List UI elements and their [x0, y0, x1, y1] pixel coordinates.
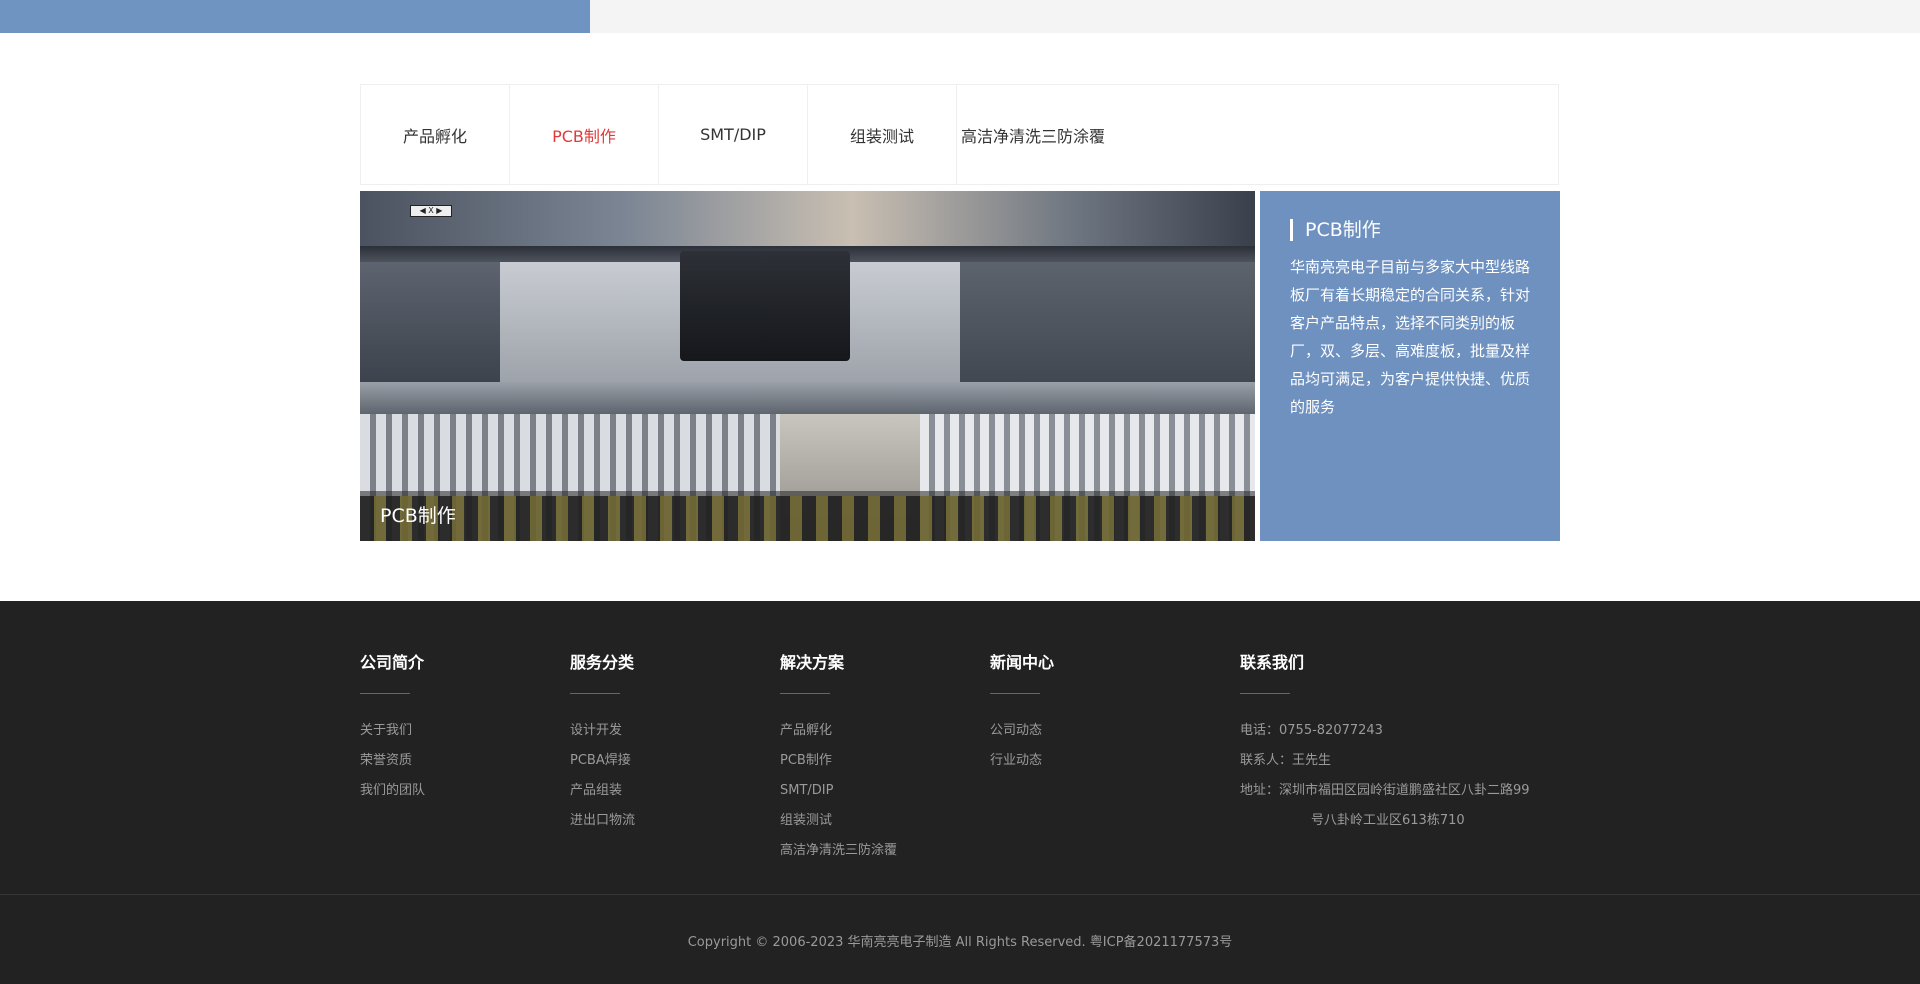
info-title: PCB制作 — [1290, 219, 1530, 241]
footer-link[interactable]: SMT/DIP — [780, 776, 897, 806]
footer-col-title: 公司简介 — [360, 653, 425, 672]
footer-link[interactable]: 设计开发 — [570, 716, 635, 746]
footer-col-services: 服务分类 设计开发 PCBA焊接 产品组装 进出口物流 — [570, 653, 635, 836]
footer-link[interactable]: 组装测试 — [780, 806, 897, 836]
footer-link[interactable]: 我们的团队 — [360, 776, 425, 806]
contact-person: 联系人：王先生 — [1240, 753, 1332, 768]
copyright: Copyright © 2006-2023 华南亮亮电子制造 All Right… — [687, 935, 1233, 950]
service-tabs: 产品孵化 PCB制作 SMT/DIP 组装测试 高洁净清洗三防涂覆 — [360, 84, 1559, 185]
contact-address: 地址：深圳市福田区园岭街道鹏盛社区八卦二路99 — [1240, 783, 1530, 798]
footer-link[interactable]: 产品孵化 — [780, 716, 897, 746]
info-description: 华南亮亮电子目前与多家大中型线路板厂有着长期稳定的合同关系，针对客户产品特点，选… — [1290, 258, 1531, 416]
tab-pcb[interactable]: PCB制作 — [510, 85, 659, 184]
footer-link[interactable]: 进出口物流 — [570, 806, 635, 836]
footer-col-contact: 联系我们 电话：0755-82077243 联系人：王先生 地址：深圳市福田区园… — [1240, 653, 1530, 836]
tab-cleaning-coating[interactable]: 高洁净清洗三防涂覆 — [961, 85, 1121, 184]
footer-col-company: 公司简介 关于我们 荣誉资质 我们的团队 — [360, 653, 425, 806]
footer-col-news: 新闻中心 公司动态 行业动态 — [990, 653, 1054, 776]
contact-phone: 电话：0755-82077243 — [1240, 723, 1383, 738]
feature-info-panel: PCB制作 华南亮亮电子目前与多家大中型线路板厂有着长期稳定的合同关系，针对客户… — [1260, 191, 1560, 541]
footer-link[interactable]: PCBA焊接 — [570, 746, 635, 776]
footer-col-title: 服务分类 — [570, 653, 635, 672]
footer-col-title: 解决方案 — [780, 653, 845, 672]
photo-caption: PCB制作 — [360, 491, 1255, 541]
machine-sign: ◀ X ▶ — [410, 205, 452, 217]
top-strip-accent — [0, 0, 590, 33]
machine-head — [680, 251, 850, 361]
footer-link[interactable]: 关于我们 — [360, 716, 425, 746]
footer-link[interactable]: 公司动态 — [990, 716, 1054, 746]
footer-col-title: 联系我们 — [1240, 653, 1305, 672]
tab-assembly-test[interactable]: 组装测试 — [808, 85, 957, 184]
footer-link[interactable]: 荣誉资质 — [360, 746, 425, 776]
footer-link[interactable]: 行业动态 — [990, 746, 1054, 776]
tab-smt-dip[interactable]: SMT/DIP — [659, 85, 808, 184]
tab-product-incubation[interactable]: 产品孵化 — [361, 85, 510, 184]
feature-photo: ◀ X ▶ PCB制作 — [360, 191, 1255, 541]
footer-divider — [0, 894, 1920, 895]
footer-col-solutions: 解决方案 产品孵化 PCB制作 SMT/DIP 组装测试 高洁净清洗三防涂覆 — [780, 653, 897, 866]
footer-link[interactable]: 高洁净清洗三防涂覆 — [780, 836, 897, 866]
contact-address-cont: 号八卦岭工业区613栋710 — [1311, 813, 1465, 828]
footer-link[interactable]: PCB制作 — [780, 746, 897, 776]
footer-col-title: 新闻中心 — [990, 653, 1055, 672]
top-strip — [0, 0, 1920, 33]
footer-link[interactable]: 产品组装 — [570, 776, 635, 806]
site-footer: 公司简介 关于我们 荣誉资质 我们的团队 服务分类 设计开发 PCBA焊接 产品… — [0, 601, 1920, 984]
